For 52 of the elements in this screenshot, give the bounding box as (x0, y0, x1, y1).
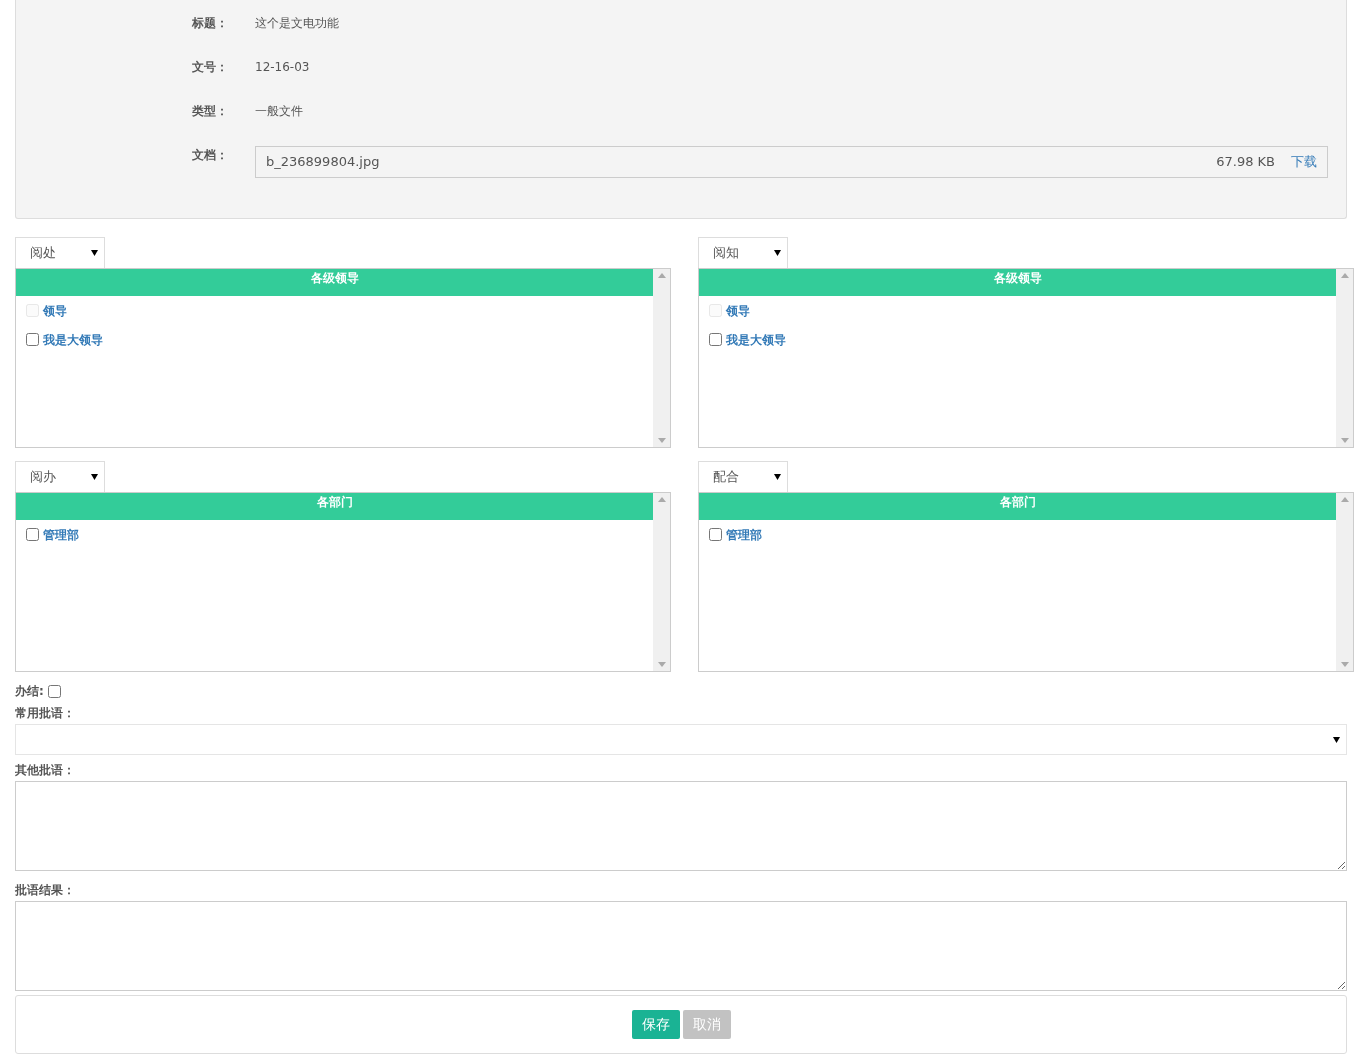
field-label: 其他批语： (15, 762, 76, 779)
text-area[interactable] (15, 901, 1347, 991)
download-link[interactable]: 下载 (1291, 152, 1317, 172)
scroll-up-icon[interactable] (657, 497, 666, 502)
field-value: 一般文件 (255, 103, 303, 120)
panel-header: 各级领导 (699, 269, 1336, 296)
scrollbar[interactable] (1336, 269, 1353, 447)
scroll-up-icon[interactable] (1340, 273, 1349, 278)
select-dropdown[interactable]: 阅知 (698, 237, 788, 268)
select-dropdown[interactable]: 阅处 (15, 237, 105, 268)
caret-icon (774, 474, 781, 480)
field-label: 办结: (15, 683, 44, 700)
scroll-down-icon[interactable] (657, 662, 666, 667)
checkbox-label[interactable]: 我是大领导 (726, 330, 786, 349)
field-label: 常用批语： (15, 705, 76, 722)
field-value: 这个是文电功能 (255, 15, 339, 32)
field-label: 批语结果： (15, 882, 76, 899)
scroll-down-icon[interactable] (1340, 662, 1349, 667)
checkbox-label[interactable]: 管理部 (43, 525, 79, 544)
scroll-up-icon[interactable] (1340, 497, 1349, 502)
scroll-down-icon[interactable] (657, 438, 666, 443)
file-name: b_236899804.jpg (266, 153, 381, 172)
checkbox[interactable] (26, 528, 39, 541)
caret-icon (91, 474, 98, 480)
field-value: 12-16-03 (255, 59, 310, 76)
field-label: 类型： (192, 103, 229, 120)
scrollbar[interactable] (653, 493, 670, 671)
scrollbar[interactable] (1336, 493, 1353, 671)
caret-icon (774, 250, 781, 256)
select-dropdown[interactable] (15, 724, 1347, 755)
checkbox-label[interactable]: 我是大领导 (43, 330, 103, 349)
caret-icon (91, 250, 98, 256)
scrollbar[interactable] (653, 269, 670, 447)
field-label: 文档： (192, 147, 229, 164)
select-dropdown[interactable]: 阅办 (15, 461, 105, 492)
scroll-down-icon[interactable] (1340, 438, 1349, 443)
select-dropdown[interactable]: 配合 (698, 461, 788, 492)
checkbox[interactable] (47, 684, 61, 698)
file-size: 67.98 KB (1216, 153, 1275, 172)
panel-header: 各部门 (699, 493, 1336, 520)
checkbox-label[interactable]: 管理部 (726, 525, 762, 544)
field-label: 标题： (192, 15, 229, 32)
caret-icon (1333, 736, 1340, 743)
panel-header: 各部门 (16, 493, 653, 520)
save-button[interactable]: 保存 (631, 1010, 680, 1039)
scroll-up-icon[interactable] (657, 273, 666, 278)
text-area[interactable] (15, 781, 1347, 871)
checkbox[interactable] (26, 333, 39, 346)
checkbox[interactable] (709, 528, 722, 541)
panel-header: 各级领导 (16, 269, 653, 296)
field-label: 文号： (192, 59, 229, 76)
checkbox[interactable] (709, 333, 722, 346)
